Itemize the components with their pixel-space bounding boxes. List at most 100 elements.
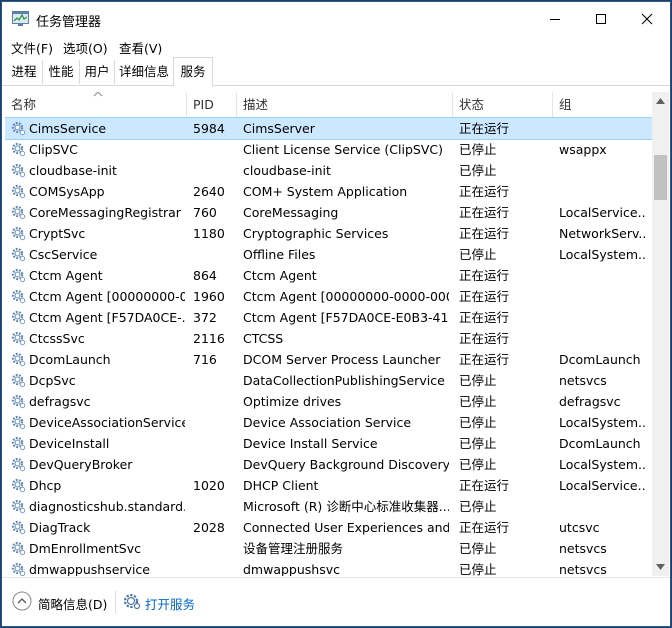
table-row[interactable]: CryptSvc 1180 Cryptographic Services 正在运行 Ne…	[5, 223, 652, 244]
table-row[interactable]: CtcssSvc 2116 CTCSS 正在运行	[5, 328, 652, 349]
table-row[interactable]: dmwappushservice dmwappushsvc 已停止 netsvcs	[5, 559, 652, 576]
table-row[interactable]: diagnosticshub.standard... Microsoft (R) …	[5, 496, 652, 517]
service-description: CTCSS	[243, 331, 284, 346]
table-row[interactable]: DcpSvc DataCollectionPublishingService 已停止…	[5, 370, 652, 391]
table-row[interactable]: CscService Offline Files 已停止 LocalSystem...	[5, 244, 652, 265]
scroll-up-icon[interactable]	[656, 98, 665, 104]
service-status: 已停止	[459, 457, 497, 472]
service-group	[559, 286, 645, 307]
service-gear-icon	[11, 478, 26, 493]
service-status: 正在运行	[459, 352, 510, 367]
service-group	[559, 496, 645, 517]
service-group: utcsvc	[559, 520, 600, 535]
service-group: DcomLaunch	[559, 436, 641, 451]
column-header-status[interactable]: 状态	[453, 92, 553, 117]
service-gear-icon	[11, 163, 26, 178]
scroll-down-icon[interactable]	[656, 564, 665, 570]
service-group: DcomLaunch	[559, 352, 641, 367]
service-status: 已停止	[459, 436, 497, 451]
tab-services[interactable]: 服务	[173, 57, 213, 87]
table-row[interactable]: Ctcm Agent [00000000-0... 1960 Ctcm Agent …	[5, 286, 652, 307]
table-row[interactable]: DeviceInstall Device Install Service 已停止 Dc…	[5, 433, 652, 454]
services-gear-icon[interactable]	[123, 592, 141, 610]
table-row[interactable]: defragsvc Optimize drives 已停止 defragsvc	[5, 391, 652, 412]
service-gear-icon	[11, 394, 26, 409]
table-row[interactable]: DevQueryBroker DevQuery Background Discov…	[5, 454, 652, 475]
collapse-up-icon[interactable]	[12, 591, 32, 611]
column-header-name[interactable]: 名称	[5, 92, 187, 117]
table-row[interactable]: Dhcp 1020 DHCP Client 正在运行 LocalService...	[5, 475, 652, 496]
service-pid	[193, 370, 237, 391]
service-pid: 1180	[193, 226, 225, 241]
service-gear-icon	[11, 373, 26, 388]
service-name: cloudbase-init	[29, 163, 117, 178]
service-description: Offline Files	[243, 247, 316, 262]
service-gear-icon	[11, 247, 26, 262]
vertical-scrollbar[interactable]	[652, 92, 669, 576]
service-name: defragsvc	[29, 394, 91, 409]
service-pid: 760	[193, 205, 217, 220]
service-status: 已停止	[459, 373, 497, 388]
service-gear-icon	[11, 499, 26, 514]
service-pid: 2116	[193, 331, 225, 346]
tab-performance[interactable]: 性能	[43, 60, 80, 84]
service-gear-icon	[11, 562, 26, 576]
table-row[interactable]: CimsService 5984 CimsServer 正在运行	[5, 117, 652, 140]
menu-options[interactable]: 选项(O)	[63, 38, 108, 57]
service-description: cloudbase-init	[243, 163, 331, 178]
column-header-group[interactable]: 组	[553, 92, 652, 117]
service-gear-icon	[11, 310, 26, 325]
menu-file[interactable]: 文件(F)	[11, 38, 53, 57]
minimize-button[interactable]	[532, 2, 578, 36]
service-pid	[193, 538, 237, 559]
title-bar[interactable]: 任务管理器	[2, 2, 670, 36]
table-row[interactable]: CoreMessagingRegistrar 760 CoreMessaging 正在…	[5, 202, 652, 223]
service-group: LocalService...	[559, 205, 645, 220]
table-row[interactable]: ClipSVC Client License Service (ClipSVC) 已…	[5, 139, 652, 160]
service-description: Client License Service (ClipSVC)	[243, 142, 444, 157]
table-row[interactable]: DcomLaunch 716 DCOM Server Process Launche…	[5, 349, 652, 370]
close-button[interactable]	[624, 2, 670, 36]
open-services-link[interactable]: 打开服务	[145, 594, 195, 613]
table-row[interactable]: DeviceAssociationService Device Associati…	[5, 412, 652, 433]
service-name: DiagTrack	[29, 520, 91, 535]
brief-info-link[interactable]: 简略信息(D)	[38, 594, 107, 613]
tab-details[interactable]: 详细信息	[115, 60, 174, 84]
service-description: Ctcm Agent [00000000-0000-000...	[243, 289, 449, 304]
service-name: CimsService	[29, 121, 107, 136]
table-row[interactable]: DiagTrack 2028 Connected User Experiences …	[5, 517, 652, 538]
service-description: COM+ System Application	[243, 184, 408, 199]
scrollbar-thumb[interactable]	[654, 155, 667, 200]
service-status: 正在运行	[459, 310, 510, 325]
column-header-description[interactable]: 描述	[237, 92, 453, 117]
service-gear-icon	[11, 142, 26, 157]
table-row[interactable]: Ctcm Agent [F57DA0CE-... 372 Ctcm Agent [F…	[5, 307, 652, 328]
minimize-icon	[550, 19, 560, 20]
maximize-button[interactable]	[578, 2, 624, 36]
service-status: 已停止	[459, 499, 497, 514]
table-row[interactable]: COMSysApp 2640 COM+ System Application 正在运行	[5, 181, 652, 202]
table-row[interactable]: DmEnrollmentSvc 设备管理注册服务 已停止 netsvcs	[5, 538, 652, 559]
table-row[interactable]: cloudbase-init cloudbase-init 已停止	[5, 160, 652, 181]
menu-view[interactable]: 查看(V)	[119, 38, 162, 57]
service-pid	[193, 160, 237, 181]
service-gear-icon	[11, 226, 26, 241]
service-name: DmEnrollmentSvc	[29, 541, 141, 556]
service-status: 正在运行	[459, 331, 510, 346]
service-pid	[193, 391, 237, 412]
service-group	[559, 265, 645, 286]
service-description: dmwappushsvc	[243, 562, 341, 576]
service-group: netsvcs	[559, 562, 607, 576]
service-group: netsvcs	[559, 373, 607, 388]
service-pid	[193, 454, 237, 475]
service-pid	[193, 559, 237, 576]
service-pid: 2640	[193, 184, 225, 199]
tab-processes[interactable]: 进程	[6, 60, 43, 84]
menu-bar: 文件(F) 选项(O) 查看(V)	[2, 36, 670, 56]
service-description: Device Association Service	[243, 415, 412, 430]
service-name: diagnosticshub.standard...	[29, 499, 185, 514]
column-header-pid[interactable]: PID	[187, 92, 237, 117]
tab-users[interactable]: 用户	[80, 60, 115, 84]
service-name: DcomLaunch	[29, 352, 111, 367]
table-row[interactable]: Ctcm Agent 864 Ctcm Agent 正在运行	[5, 265, 652, 286]
